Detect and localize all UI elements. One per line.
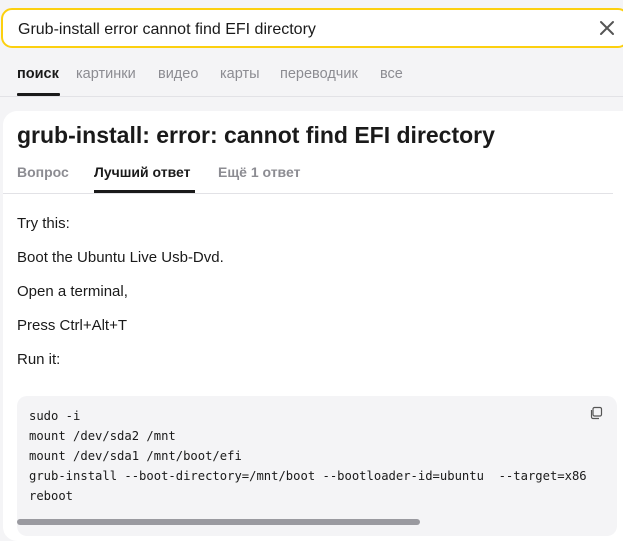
code-block: sudo -i mount /dev/sda2 /mnt mount /dev/… — [17, 396, 617, 536]
tab-images[interactable]: картинки — [76, 66, 136, 82]
answer-paragraph: Press Ctrl+Alt+T — [17, 317, 128, 334]
code-line: mount /dev/sda1 /mnt/boot/efi — [29, 449, 242, 463]
answer-paragraph: Open a terminal, — [17, 283, 128, 300]
tab-maps[interactable]: карты — [220, 66, 260, 82]
tab-video[interactable]: видео — [158, 66, 198, 82]
search-input[interactable] — [18, 19, 578, 41]
tab-all[interactable]: все — [380, 66, 403, 82]
answer-card: grub-install: error: cannot find EFI dir… — [3, 111, 623, 541]
question-title[interactable]: grub-install: error: cannot find EFI dir… — [17, 122, 495, 149]
code-line: reboot — [29, 489, 74, 503]
code-line: grub-install --boot-directory=/mnt/boot … — [29, 469, 587, 483]
code-line: sudo -i — [29, 409, 81, 423]
active-answer-tab-indicator — [94, 190, 195, 193]
active-tab-indicator — [17, 93, 60, 96]
close-icon[interactable] — [596, 17, 618, 39]
search-bar — [0, 8, 623, 50]
tab-search[interactable]: поиск — [17, 66, 59, 82]
answer-paragraph: Run it: — [17, 351, 61, 368]
answer-paragraph: Boot the Ubuntu Live Usb-Dvd. — [17, 249, 224, 266]
tab-question[interactable]: Вопрос — [17, 164, 69, 180]
answer-tabs: Вопрос Лучший ответ Ещё 1 ответ — [3, 159, 613, 194]
code-line: mount /dev/sda2 /mnt — [29, 429, 176, 443]
search-nav: поиск картинки видео карты переводчик вс… — [0, 56, 623, 97]
search-box[interactable] — [1, 8, 623, 48]
tab-translator[interactable]: переводчик — [280, 66, 358, 82]
horizontal-scrollbar[interactable] — [17, 519, 420, 525]
tab-more-answers[interactable]: Ещё 1 ответ — [218, 164, 300, 180]
answer-paragraph: Try this: — [17, 215, 70, 232]
tab-best-answer[interactable]: Лучший ответ — [94, 164, 190, 180]
copy-icon[interactable] — [589, 406, 603, 420]
